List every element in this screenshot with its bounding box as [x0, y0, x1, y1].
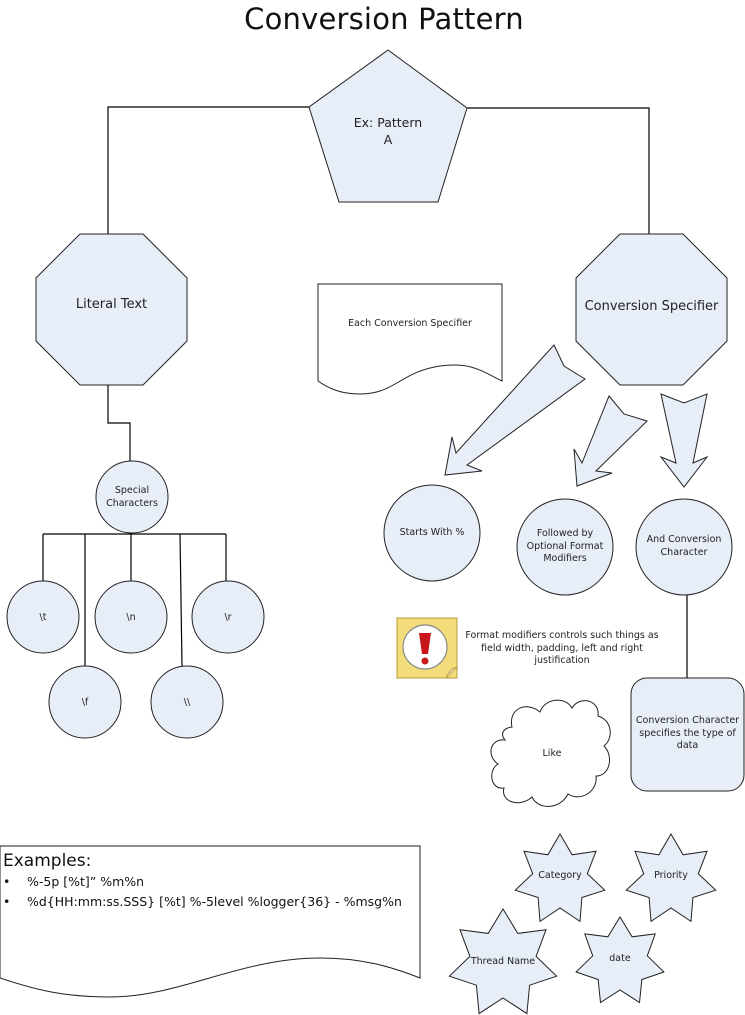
examples-block: Examples: %-5p [%t]” %m%n %d{HH:mm:ss.SS…: [3, 850, 418, 912]
format-label-line3: Modifiers: [543, 553, 587, 565]
connector-root-literal: [107, 106, 309, 234]
exclamation-note-icon: [396, 617, 459, 679]
special-label-line1: Special: [114, 485, 150, 497]
note-text: Format modifiers controls such things as…: [462, 627, 662, 671]
box-line3: data: [676, 740, 699, 752]
example-item: %d{HH:mm:ss.SSS} [%t] %-5level %logger{3…: [3, 892, 418, 912]
arrow-to-format-modifiers: [573, 395, 648, 487]
conversion-character-label: And Conversion Character: [636, 532, 732, 562]
format-label-line2: Optional Format: [526, 540, 604, 552]
literal-text-label: Literal Text: [75, 297, 148, 313]
root-label-line1: Ex: Pattern: [353, 115, 423, 131]
starts-with-label: Starts With %: [399, 526, 465, 538]
char-label-f: \f: [81, 696, 89, 708]
star-label-thread-name: Thread Name: [470, 955, 536, 967]
special-label-line2: Characters: [106, 498, 158, 509]
each-specifier-label: Each Conversion Specifier: [348, 317, 472, 329]
char-label-n: \n: [126, 611, 136, 623]
box-line2: specifies the type of: [639, 727, 736, 739]
star-label-priority: Priority: [654, 869, 688, 881]
arrow-to-conversion-character: [659, 393, 709, 488]
connector-literal-special: [107, 385, 131, 461]
examples-list: %-5p [%t]” %m%n %d{HH:mm:ss.SSS} [%t] %-…: [3, 872, 418, 912]
example-item: %-5p [%t]” %m%n: [3, 872, 418, 892]
char-label-r: \r: [224, 611, 232, 623]
conv-char-line2: Character: [660, 547, 708, 558]
format-modifiers-label: Followed by Optional Format Modifiers: [517, 525, 613, 569]
conversion-specifier-label: Conversion Specifier: [584, 299, 719, 315]
note-line2: field width, padding, left and right: [480, 642, 643, 654]
star-label-category: Category: [538, 869, 582, 881]
page-title: Conversion Pattern: [244, 2, 524, 36]
star-label-date: date: [609, 952, 631, 964]
like-label: Like: [542, 747, 562, 759]
char-label-t: \t: [39, 611, 47, 623]
examples-heading: Examples:: [3, 851, 92, 871]
conversion-box-label: Conversion Character specifies the type …: [631, 712, 744, 756]
format-label-line1: Followed by: [536, 527, 594, 539]
conv-char-line1: And Conversion: [646, 534, 722, 546]
box-line1: Conversion Character: [635, 714, 740, 726]
special-characters-label: Special Characters: [96, 484, 168, 512]
each-specifier-document: [317, 283, 503, 395]
connector-backslash: [179, 533, 183, 667]
root-label: Ex: Pattern A: [328, 112, 448, 152]
connector-root-specifier: [467, 107, 650, 234]
note-line1: Format modifiers controls such things as: [465, 629, 659, 641]
char-label-backslash: \\: [183, 696, 191, 708]
root-label-line2: A: [383, 132, 393, 147]
note-line3: justification: [534, 655, 590, 667]
